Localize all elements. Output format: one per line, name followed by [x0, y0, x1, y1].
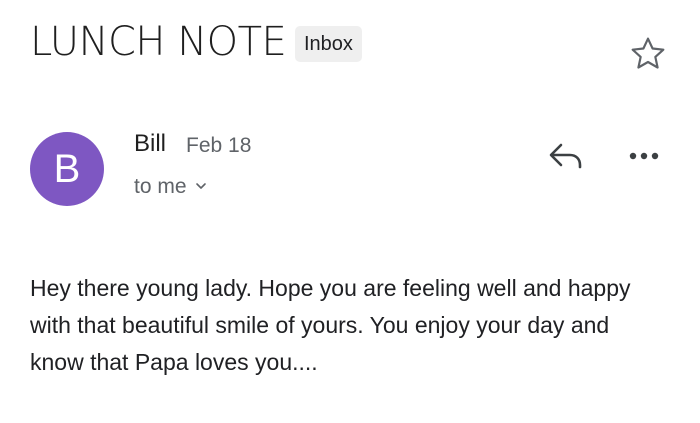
- message-header: LUNCH NOTE Inbox: [30, 20, 670, 70]
- star-icon[interactable]: [628, 34, 668, 74]
- reply-icon[interactable]: [544, 136, 588, 176]
- recipient-toggle[interactable]: to me: [134, 174, 207, 200]
- sender-row: B Bill Feb 18 to me: [30, 130, 670, 210]
- message-body: Hey there young lady. Hope you are feeli…: [30, 275, 631, 375]
- chevron-down-icon: [195, 183, 206, 189]
- more-options-icon[interactable]: [624, 138, 664, 174]
- inbox-label-chip[interactable]: Inbox: [295, 26, 362, 62]
- avatar[interactable]: B: [30, 132, 104, 206]
- recipient-label: to me: [134, 175, 187, 198]
- sender-name[interactable]: Bill: [134, 130, 166, 158]
- message-date: Feb 18: [186, 134, 252, 157]
- message-subject: LUNCH NOTE: [30, 19, 287, 65]
